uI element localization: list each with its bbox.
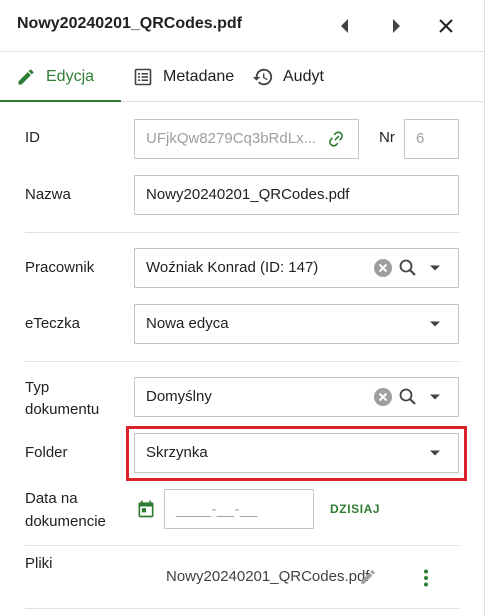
name-label: Nazwa [25,186,71,203]
clear-icon [374,259,392,277]
tab-label: Edycja [46,68,95,85]
calendar-icon [138,500,154,518]
folder-value: Skrzynka [146,444,208,461]
file-name-link[interactable]: Nowy20240201_QRCodes.pdf [166,568,369,585]
section-divider [25,232,459,233]
date-label-line2: dokumencie [25,513,106,530]
id-label: ID [25,129,40,146]
today-button[interactable]: DZISIAJ [330,502,380,516]
clear-icon [374,388,392,406]
doctype-dropdown-button[interactable] [424,386,446,408]
efolder-label: eTeczka [25,315,81,332]
section-divider [25,608,459,609]
chevron-down-icon [430,265,440,271]
tab-metadane[interactable]: Metadane [131,52,234,102]
chevron-down-icon [430,394,440,400]
clear-doctype-button[interactable] [372,386,394,408]
tab-edycja[interactable]: Edycja [14,52,94,102]
section-divider [25,361,459,362]
nr-label: Nr [379,129,395,146]
active-tab-indicator [0,100,121,102]
chevron-left-icon [341,19,348,33]
tab-audyt[interactable]: Audyt [251,52,324,102]
files-label: Pliki [25,555,53,572]
date-placeholder: ____-__-__ [176,501,258,518]
document-panel: Nowy20240201_QRCodes.pdf Edycja Metadane [0,0,485,615]
folder-dropdown-button[interactable] [424,442,446,464]
search-employee-button[interactable] [397,257,419,279]
tab-label: Metadane [163,68,235,85]
doctype-label-line2: dokumentu [25,401,100,418]
link-icon [329,131,343,147]
nr-field[interactable]: 6 [404,119,459,159]
close-icon [439,19,453,33]
employee-dropdown-button[interactable] [424,257,446,279]
more-vertical-icon [424,569,428,587]
tab-label: Audyt [283,68,324,85]
file-menu-button[interactable] [415,567,437,589]
folder-select[interactable]: Skrzynka [134,433,459,473]
employee-select[interactable]: Woźniak Konrad (ID: 147) [134,248,459,288]
name-field[interactable]: Nowy20240201_QRCodes.pdf [134,175,459,215]
efolder-value: Nowa edyca [146,315,229,332]
doctype-value: Domyślny [146,388,212,405]
employee-value: Woźniak Konrad (ID: 147) [146,259,319,276]
date-input[interactable]: ____-__-__ [164,489,314,529]
nr-value: 6 [416,130,425,147]
search-icon [399,388,416,405]
search-icon [399,259,416,276]
doctype-label-line1: Typ [25,379,50,396]
chevron-down-icon [430,321,440,327]
next-button[interactable] [380,10,412,42]
previous-button[interactable] [329,10,361,42]
calendar-button[interactable] [135,498,157,520]
id-field[interactable]: UFjkQw8279Cq3bRdLx... [134,119,359,159]
close-button[interactable] [430,10,462,42]
history-icon [251,65,275,89]
search-doctype-button[interactable] [397,386,419,408]
efolder-dropdown-button[interactable] [424,313,446,335]
pencil-icon [14,65,38,89]
name-value: Nowy20240201_QRCodes.pdf [146,186,350,203]
chevron-right-icon [393,19,400,33]
section-divider [25,545,459,546]
list-icon [131,65,155,89]
tab-bar: Edycja Metadane Audyt [0,52,485,102]
panel-title: Nowy20240201_QRCodes.pdf [17,15,242,32]
edit-icon [361,570,375,584]
id-value: UFjkQw8279Cq3bRdLx... [146,130,317,147]
panel-header: Nowy20240201_QRCodes.pdf [0,0,485,52]
folder-label: Folder [25,444,68,461]
date-label-line1: Data na [25,490,78,507]
doctype-select[interactable]: Domyślny [134,377,459,417]
employee-label: Pracownik [25,259,95,276]
edit-file-button[interactable] [357,566,379,588]
chevron-down-icon [430,450,440,456]
clear-employee-button[interactable] [372,257,394,279]
efolder-select[interactable]: Nowa edyca [134,304,459,344]
copy-link-button[interactable] [325,128,347,150]
